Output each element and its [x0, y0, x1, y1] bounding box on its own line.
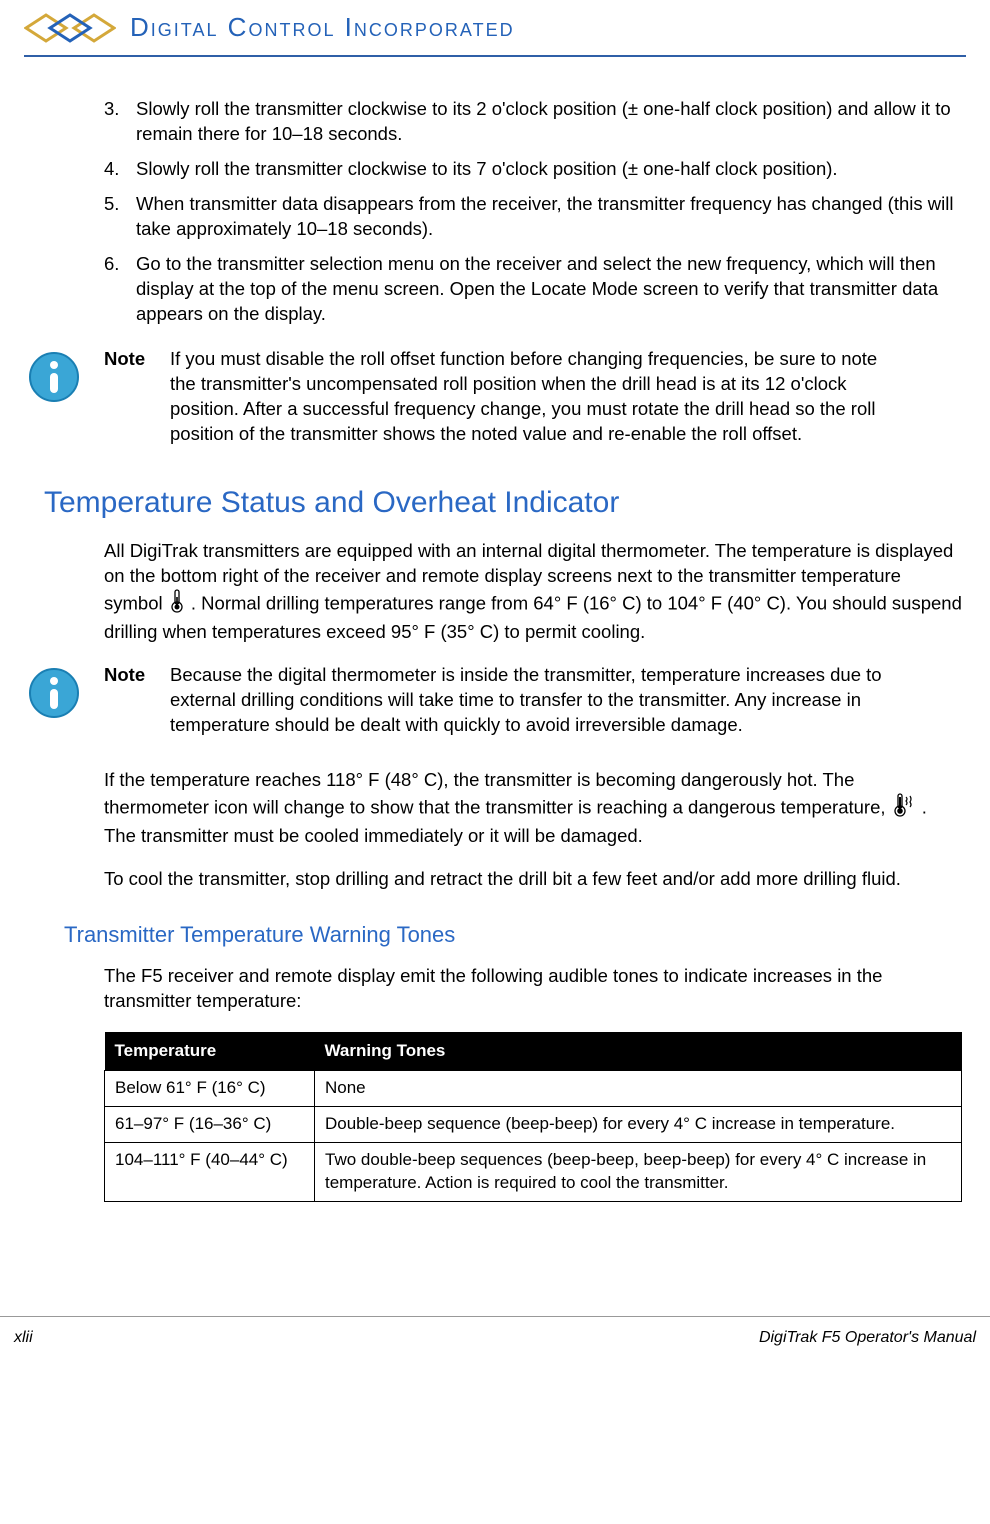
note-block-1: Note If you must disable the roll offset…	[24, 347, 962, 447]
manual-title: DigiTrak F5 Operator's Manual	[759, 1327, 976, 1349]
steps-list: 3.Slowly roll the transmitter clockwise …	[104, 97, 962, 327]
dci-logo-icon	[24, 11, 116, 45]
thermometer-hot-icon	[893, 793, 915, 824]
subsection-heading-tones: Transmitter Temperature Warning Tones	[64, 920, 962, 950]
thermometer-icon	[170, 589, 184, 620]
section-paragraph-1: All DigiTrak transmitters are equipped w…	[104, 539, 962, 645]
company-name: Digital Control Incorporated	[130, 10, 515, 45]
note-text: Because the digital thermometer is insid…	[170, 663, 962, 738]
table-header-tones: Warning Tones	[315, 1032, 962, 1071]
paragraph-danger-temp: If the temperature reaches 118° F (48° C…	[104, 768, 962, 849]
step-3: 3.Slowly roll the transmitter clockwise …	[104, 97, 962, 147]
section-heading-temperature: Temperature Status and Overheat Indicato…	[44, 483, 962, 524]
note-label: Note	[100, 347, 162, 372]
page-header: Digital Control Incorporated	[24, 0, 966, 51]
paragraph-cool: To cool the transmitter, stop drilling a…	[104, 867, 962, 892]
page-number: xlii	[14, 1327, 33, 1349]
table-row: 104–111° F (40–44° C) Two double-beep se…	[105, 1143, 962, 1202]
warning-tones-table: Temperature Warning Tones Below 61° F (1…	[104, 1032, 962, 1203]
header-rule	[24, 55, 966, 57]
step-5: 5.When transmitter data disappears from …	[104, 192, 962, 242]
info-icon	[24, 347, 100, 412]
table-header-temperature: Temperature	[105, 1032, 315, 1071]
info-icon	[24, 663, 100, 728]
note-text: If you must disable the roll offset func…	[170, 347, 962, 447]
step-4: 4.Slowly roll the transmitter clockwise …	[104, 157, 962, 182]
step-6: 6.Go to the transmitter selection menu o…	[104, 252, 962, 327]
table-row: 61–97° F (16–36° C) Double-beep sequence…	[105, 1107, 962, 1143]
page-footer: xlii DigiTrak F5 Operator's Manual	[0, 1316, 990, 1357]
paragraph-tones-intro: The F5 receiver and remote display emit …	[104, 964, 962, 1014]
note-label: Note	[100, 663, 162, 688]
note-block-2: Note Because the digital thermometer is …	[24, 663, 962, 738]
table-row: Below 61° F (16° C) None	[105, 1071, 962, 1107]
